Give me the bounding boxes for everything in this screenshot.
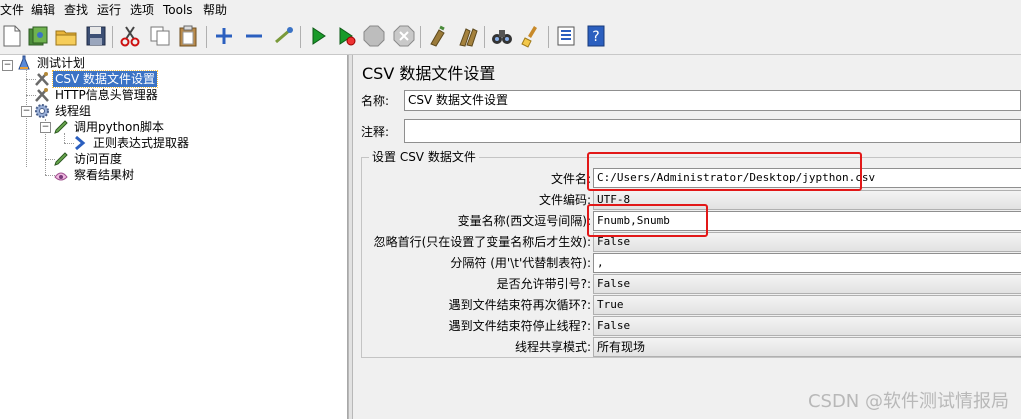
toolbar-separator <box>300 26 301 48</box>
config-element-icon <box>34 71 50 87</box>
menu-file[interactable]: 文件 <box>0 3 24 17</box>
listener-icon <box>53 167 69 183</box>
shutdown-icon[interactable] <box>392 24 416 48</box>
stop-icon[interactable] <box>362 24 386 48</box>
menu-options[interactable]: 选项 <box>130 3 154 17</box>
test-plan-icon <box>16 55 32 71</box>
allow-quoted-select[interactable]: False <box>593 274 1021 294</box>
stop-thread-eof-label: 遇到文件结束符停止线程?: <box>448 319 591 333</box>
comment-label: 注释: <box>361 125 390 139</box>
highlight-box-varnames <box>587 204 708 237</box>
menu-edit[interactable]: 编辑 <box>31 3 55 17</box>
encoding-label: 文件编码: <box>538 193 591 207</box>
sampler-pen-icon <box>53 119 69 135</box>
group-title: 设置 CSV 数据文件 <box>369 149 479 165</box>
menu-run[interactable]: 运行 <box>97 3 121 17</box>
highlight-box-filename <box>587 152 862 191</box>
reset-search-icon[interactable] <box>520 24 544 48</box>
name-input[interactable]: CSV 数据文件设置 <box>404 90 1021 111</box>
menu-bar: 文件 编辑 查找 运行 选项 Tools 帮助 <box>0 0 1021 20</box>
name-label: 名称: <box>361 94 390 108</box>
recycle-eof-select[interactable]: True <box>593 295 1021 315</box>
clear-icon[interactable] <box>426 24 450 48</box>
paste-icon[interactable] <box>176 24 200 48</box>
collapse-icon[interactable] <box>242 24 266 48</box>
menu-search[interactable]: 查找 <box>64 3 88 17</box>
tree-line <box>26 67 27 167</box>
ignore-first-line-label: 忽略首行(只在设置了变量名称后才生效): <box>373 235 591 249</box>
binoculars-icon[interactable] <box>490 24 514 48</box>
toolbar-separator <box>112 26 113 48</box>
config-element-icon <box>34 87 50 103</box>
templates-icon[interactable] <box>26 24 50 48</box>
start-icon[interactable] <box>306 24 330 48</box>
collapse-toggle-python-script[interactable]: − <box>40 122 51 133</box>
start-no-pause-icon[interactable] <box>334 24 358 48</box>
open-folder-icon[interactable] <box>54 24 78 48</box>
collapse-toggle-thread-group[interactable]: − <box>21 106 32 117</box>
delimiter-input[interactable]: , <box>593 253 1021 273</box>
sampler-pen-icon <box>53 151 69 167</box>
delimiter-label: 分隔符 (用'\t'代替制表符): <box>450 256 591 270</box>
menu-help[interactable]: 帮助 <box>203 3 227 17</box>
recycle-eof-label: 遇到文件结束符再次循环?: <box>448 298 591 312</box>
help-icon[interactable]: ? <box>584 24 608 48</box>
svg-text:?: ? <box>592 29 599 45</box>
save-icon[interactable] <box>84 24 108 48</box>
comment-input[interactable] <box>404 119 1021 143</box>
toolbar-separator <box>548 26 549 48</box>
watermark: CSDN @软件测试情报局 <box>807 391 1009 412</box>
filename-label: 文件名: <box>550 172 591 186</box>
menu-tools[interactable]: Tools <box>163 3 193 17</box>
toggle-icon[interactable] <box>272 24 296 48</box>
toolbar-separator <box>484 26 485 48</box>
toolbar-separator <box>420 26 421 48</box>
copy-icon[interactable] <box>148 24 172 48</box>
page-title: CSV 数据文件设置 <box>362 64 496 83</box>
new-file-icon[interactable] <box>0 24 24 48</box>
toolbar: ? <box>0 20 1021 55</box>
toolbar-separator <box>206 26 207 48</box>
sharing-mode-select[interactable]: 所有现场 <box>593 337 1021 357</box>
function-helper-icon[interactable] <box>554 24 578 48</box>
cut-icon[interactable] <box>118 24 142 48</box>
test-plan-tree: − − − 测试计划 CSV 数据文件设置 HTTP信息头管理器 线程组 调用p… <box>0 55 348 419</box>
sharing-mode-label: 线程共享模式: <box>514 340 591 354</box>
allow-quoted-label: 是否允许带引号?: <box>496 277 591 291</box>
expand-icon[interactable] <box>212 24 236 48</box>
varnames-label: 变量名称(西文逗号间隔): <box>457 214 591 228</box>
collapse-toggle-root[interactable]: − <box>2 60 13 71</box>
stop-thread-eof-select[interactable]: False <box>593 316 1021 336</box>
gear-icon <box>34 103 50 119</box>
post-processor-arrow-icon <box>72 135 88 151</box>
csv-config-panel: CSV 数据文件设置 名称: CSV 数据文件设置 注释: 设置 CSV 数据文… <box>353 55 1021 419</box>
clear-all-icon[interactable] <box>456 24 480 48</box>
